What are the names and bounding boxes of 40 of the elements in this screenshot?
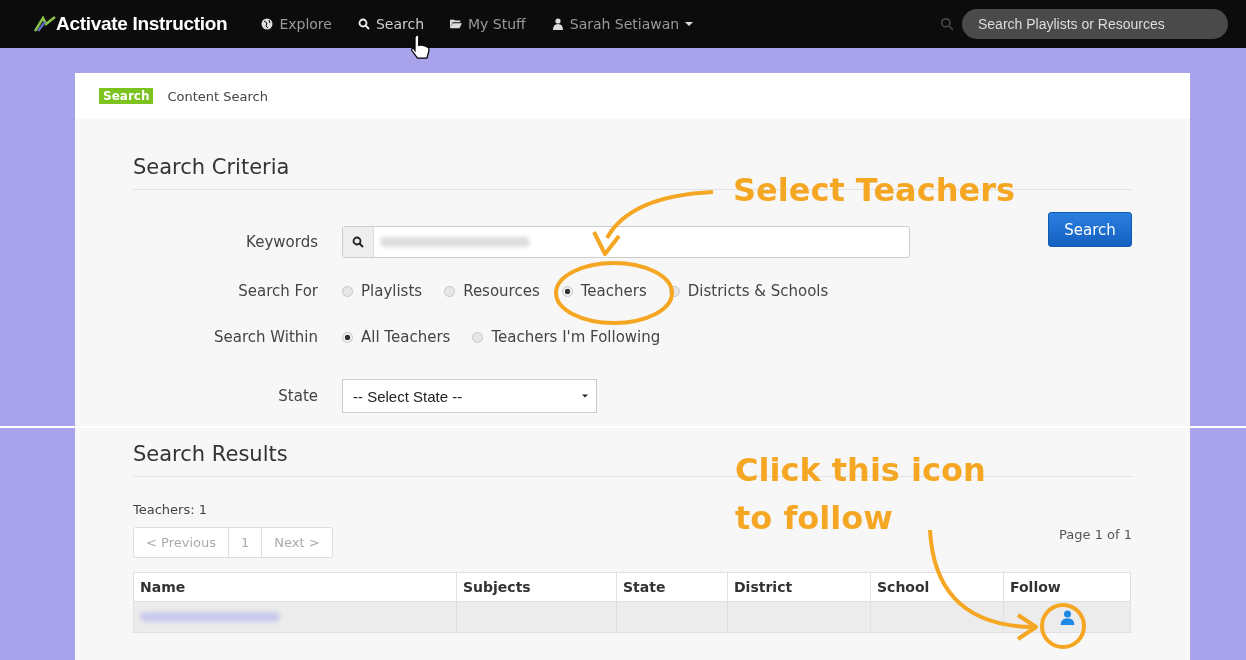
nav-link[interactable]: Explore: [261, 16, 332, 32]
callout-text: Select Teachers: [733, 170, 1015, 211]
field-label: Keywords: [245, 233, 318, 251]
column-header: Subjects: [456, 572, 617, 602]
page-info: Page 1 of 1: [1059, 527, 1132, 542]
nav-link[interactable]: Search: [357, 16, 425, 32]
radio-option[interactable]: All Teachers: [342, 328, 451, 346]
radio-option[interactable]: Teachers: [561, 282, 647, 300]
radio-option[interactable]: Resources: [444, 282, 540, 300]
callout-text: Click this icon to follow: [735, 450, 986, 539]
person-icon[interactable]: [1060, 609, 1075, 625]
search-icon: [940, 17, 954, 31]
breadcrumb-badge: Search: [99, 88, 154, 104]
radio-option[interactable]: Districts & Schools: [668, 282, 829, 300]
breadcrumb-title: Content Search: [167, 88, 268, 104]
caret-icon: [582, 394, 588, 398]
user-menu[interactable]: Sarah Setiawan: [551, 16, 694, 32]
radio-option[interactable]: Teachers I'm Following: [472, 328, 661, 346]
globe-icon: [261, 18, 274, 30]
field-label: State: [277, 387, 318, 405]
column-header: District: [727, 572, 871, 602]
column-header: School: [870, 572, 1004, 602]
brand-logo[interactable]: Activate Instruction: [34, 13, 228, 35]
person-icon: [551, 18, 564, 30]
field-label: Search Within: [212, 328, 318, 346]
search-button[interactable]: Search: [1048, 212, 1132, 247]
keywords-field[interactable]: [342, 226, 910, 258]
nav-link[interactable]: My Stuff: [450, 16, 526, 32]
column-header: Follow: [1003, 572, 1131, 602]
search-field[interactable]: Search Playlists or Resources: [962, 9, 1228, 39]
column-header: Name: [133, 572, 457, 602]
search-icon: [357, 18, 370, 30]
highlight-circle: [1040, 603, 1086, 649]
field-label: Search For: [237, 282, 318, 300]
caret-icon: [685, 22, 694, 26]
search-icon: [352, 236, 364, 248]
radio-option[interactable]: Playlists: [342, 282, 423, 300]
folder-icon: [450, 18, 463, 30]
state-dropdown[interactable]: -- Select State --: [342, 379, 597, 413]
column-header: State: [616, 572, 728, 602]
